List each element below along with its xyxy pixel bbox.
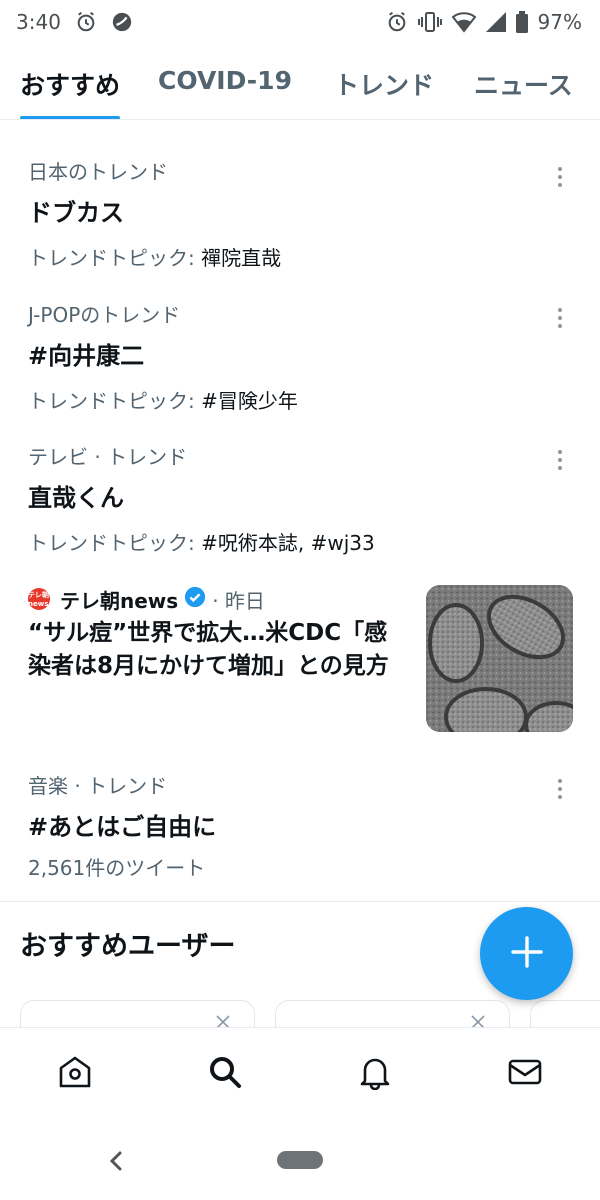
nav-messages[interactable] — [450, 1028, 600, 1127]
trend-item[interactable]: J-POPのトレンド #向井康二 トレンドトピック: #冒険少年 — [28, 299, 572, 414]
trend-context: 音楽 · トレンド — [28, 774, 168, 798]
trend-name: ドブカス — [28, 199, 124, 227]
tab-news[interactable]: ニュース — [474, 52, 573, 119]
trend-topic-value[interactable]: #呪術本誌, #wj33 — [201, 531, 375, 555]
news-headline: “サル痘”世界で拡大…米CDC「感染者は8月にかけて増加」との見方 — [28, 620, 389, 679]
trend-topic-value[interactable]: 禪院直哉 — [201, 246, 281, 270]
news-item[interactable]: テレ朝 news テレ朝news · 昨日 “サル痘”世界で拡大…米CDC「感染… — [28, 585, 573, 735]
more-icon[interactable] — [548, 445, 572, 475]
trend-name: #向井康二 — [28, 342, 145, 370]
news-source-name: テレ朝news — [60, 588, 179, 613]
tab-label: ニュース — [474, 71, 573, 100]
trend-item[interactable]: テレビ · トレンド 直哉くん トレンドトピック: #呪術本誌, #wj33 — [28, 441, 572, 556]
news-time: · 昨日 — [212, 588, 265, 613]
section-divider — [0, 901, 600, 902]
tab-covid19[interactable]: COVID-19 — [158, 52, 292, 119]
alarm-icon — [75, 11, 97, 33]
dismiss-icon[interactable] — [214, 1013, 232, 1028]
tab-label: COVID-19 — [158, 66, 292, 95]
tab-trending[interactable]: トレンド — [333, 52, 434, 119]
compose-button[interactable] — [480, 907, 573, 1000]
home-icon — [57, 1054, 93, 1094]
dismiss-icon[interactable] — [469, 1013, 487, 1028]
nav-explore[interactable] — [150, 1028, 300, 1127]
trend-topic-prefix: トレンドトピック: — [28, 246, 202, 270]
news-source-logo: テレ朝 news — [28, 588, 50, 610]
verified-icon — [184, 586, 206, 613]
compose-plus-icon — [510, 935, 544, 973]
tab-label: トレンド — [333, 71, 434, 100]
explore-tabs: おすすめ COVID-19 トレンド ニュース ス — [0, 52, 600, 120]
more-icon[interactable] — [548, 774, 572, 804]
bottom-navigation — [0, 1027, 600, 1127]
signal-icon — [485, 12, 506, 32]
wifi-icon — [451, 11, 476, 33]
trend-name: 直哉くん — [28, 484, 124, 512]
trend-name: #あとはご自由に — [28, 813, 217, 841]
user-card[interactable] — [275, 1000, 510, 1028]
active-tab-indicator — [20, 116, 121, 119]
user-card[interactable] — [20, 1000, 255, 1028]
news-thumbnail — [426, 585, 573, 732]
battery-icon — [515, 11, 528, 33]
more-icon[interactable] — [548, 162, 572, 192]
trend-context: テレビ · トレンド — [28, 445, 188, 469]
trend-topic-prefix: トレンドトピック: — [28, 389, 202, 413]
trend-topic: トレンドトピック: #呪術本誌, #wj33 — [28, 527, 572, 556]
status-bar: 3:40 97% — [0, 0, 600, 44]
trend-topic-prefix: トレンドトピック: — [28, 531, 202, 555]
tab-recommended[interactable]: おすすめ — [20, 52, 121, 119]
home-gesture-pill[interactable] — [277, 1151, 323, 1169]
status-time: 3:40 — [16, 10, 61, 34]
trend-topic: トレンドトピック: #冒険少年 — [28, 385, 572, 414]
trend-context: J-POPのトレンド — [28, 303, 181, 327]
trend-topic: トレンドトピック: 禪院直哉 — [28, 242, 572, 271]
vibrate-icon — [417, 11, 442, 33]
trend-tweet-count: 2,561件のツイート — [28, 856, 206, 880]
nav-home[interactable] — [0, 1028, 150, 1127]
trend-context: 日本のトレンド — [28, 160, 168, 184]
trend-item[interactable]: 音楽 · トレンド #あとはご自由に 2,561件のツイート — [28, 770, 572, 881]
back-icon[interactable] — [106, 1149, 126, 1177]
user-card[interactable] — [530, 1000, 600, 1028]
mail-icon — [507, 1054, 543, 1094]
tab-label: おすすめ — [20, 71, 121, 100]
alarm-icon — [386, 11, 408, 33]
app-icon — [111, 11, 133, 33]
system-navigation — [0, 1127, 600, 1200]
more-icon[interactable] — [548, 303, 572, 333]
bell-icon — [357, 1054, 393, 1094]
who-to-follow-title: おすすめユーザー — [20, 931, 236, 962]
nav-notifications[interactable] — [300, 1028, 450, 1127]
trend-item[interactable]: 日本のトレンド ドブカス トレンドトピック: 禪院直哉 — [28, 156, 572, 271]
search-icon — [207, 1054, 243, 1094]
who-to-follow-cards — [20, 1000, 600, 1028]
battery-percent: 97% — [537, 10, 582, 34]
trend-topic-value[interactable]: #冒険少年 — [201, 389, 298, 413]
